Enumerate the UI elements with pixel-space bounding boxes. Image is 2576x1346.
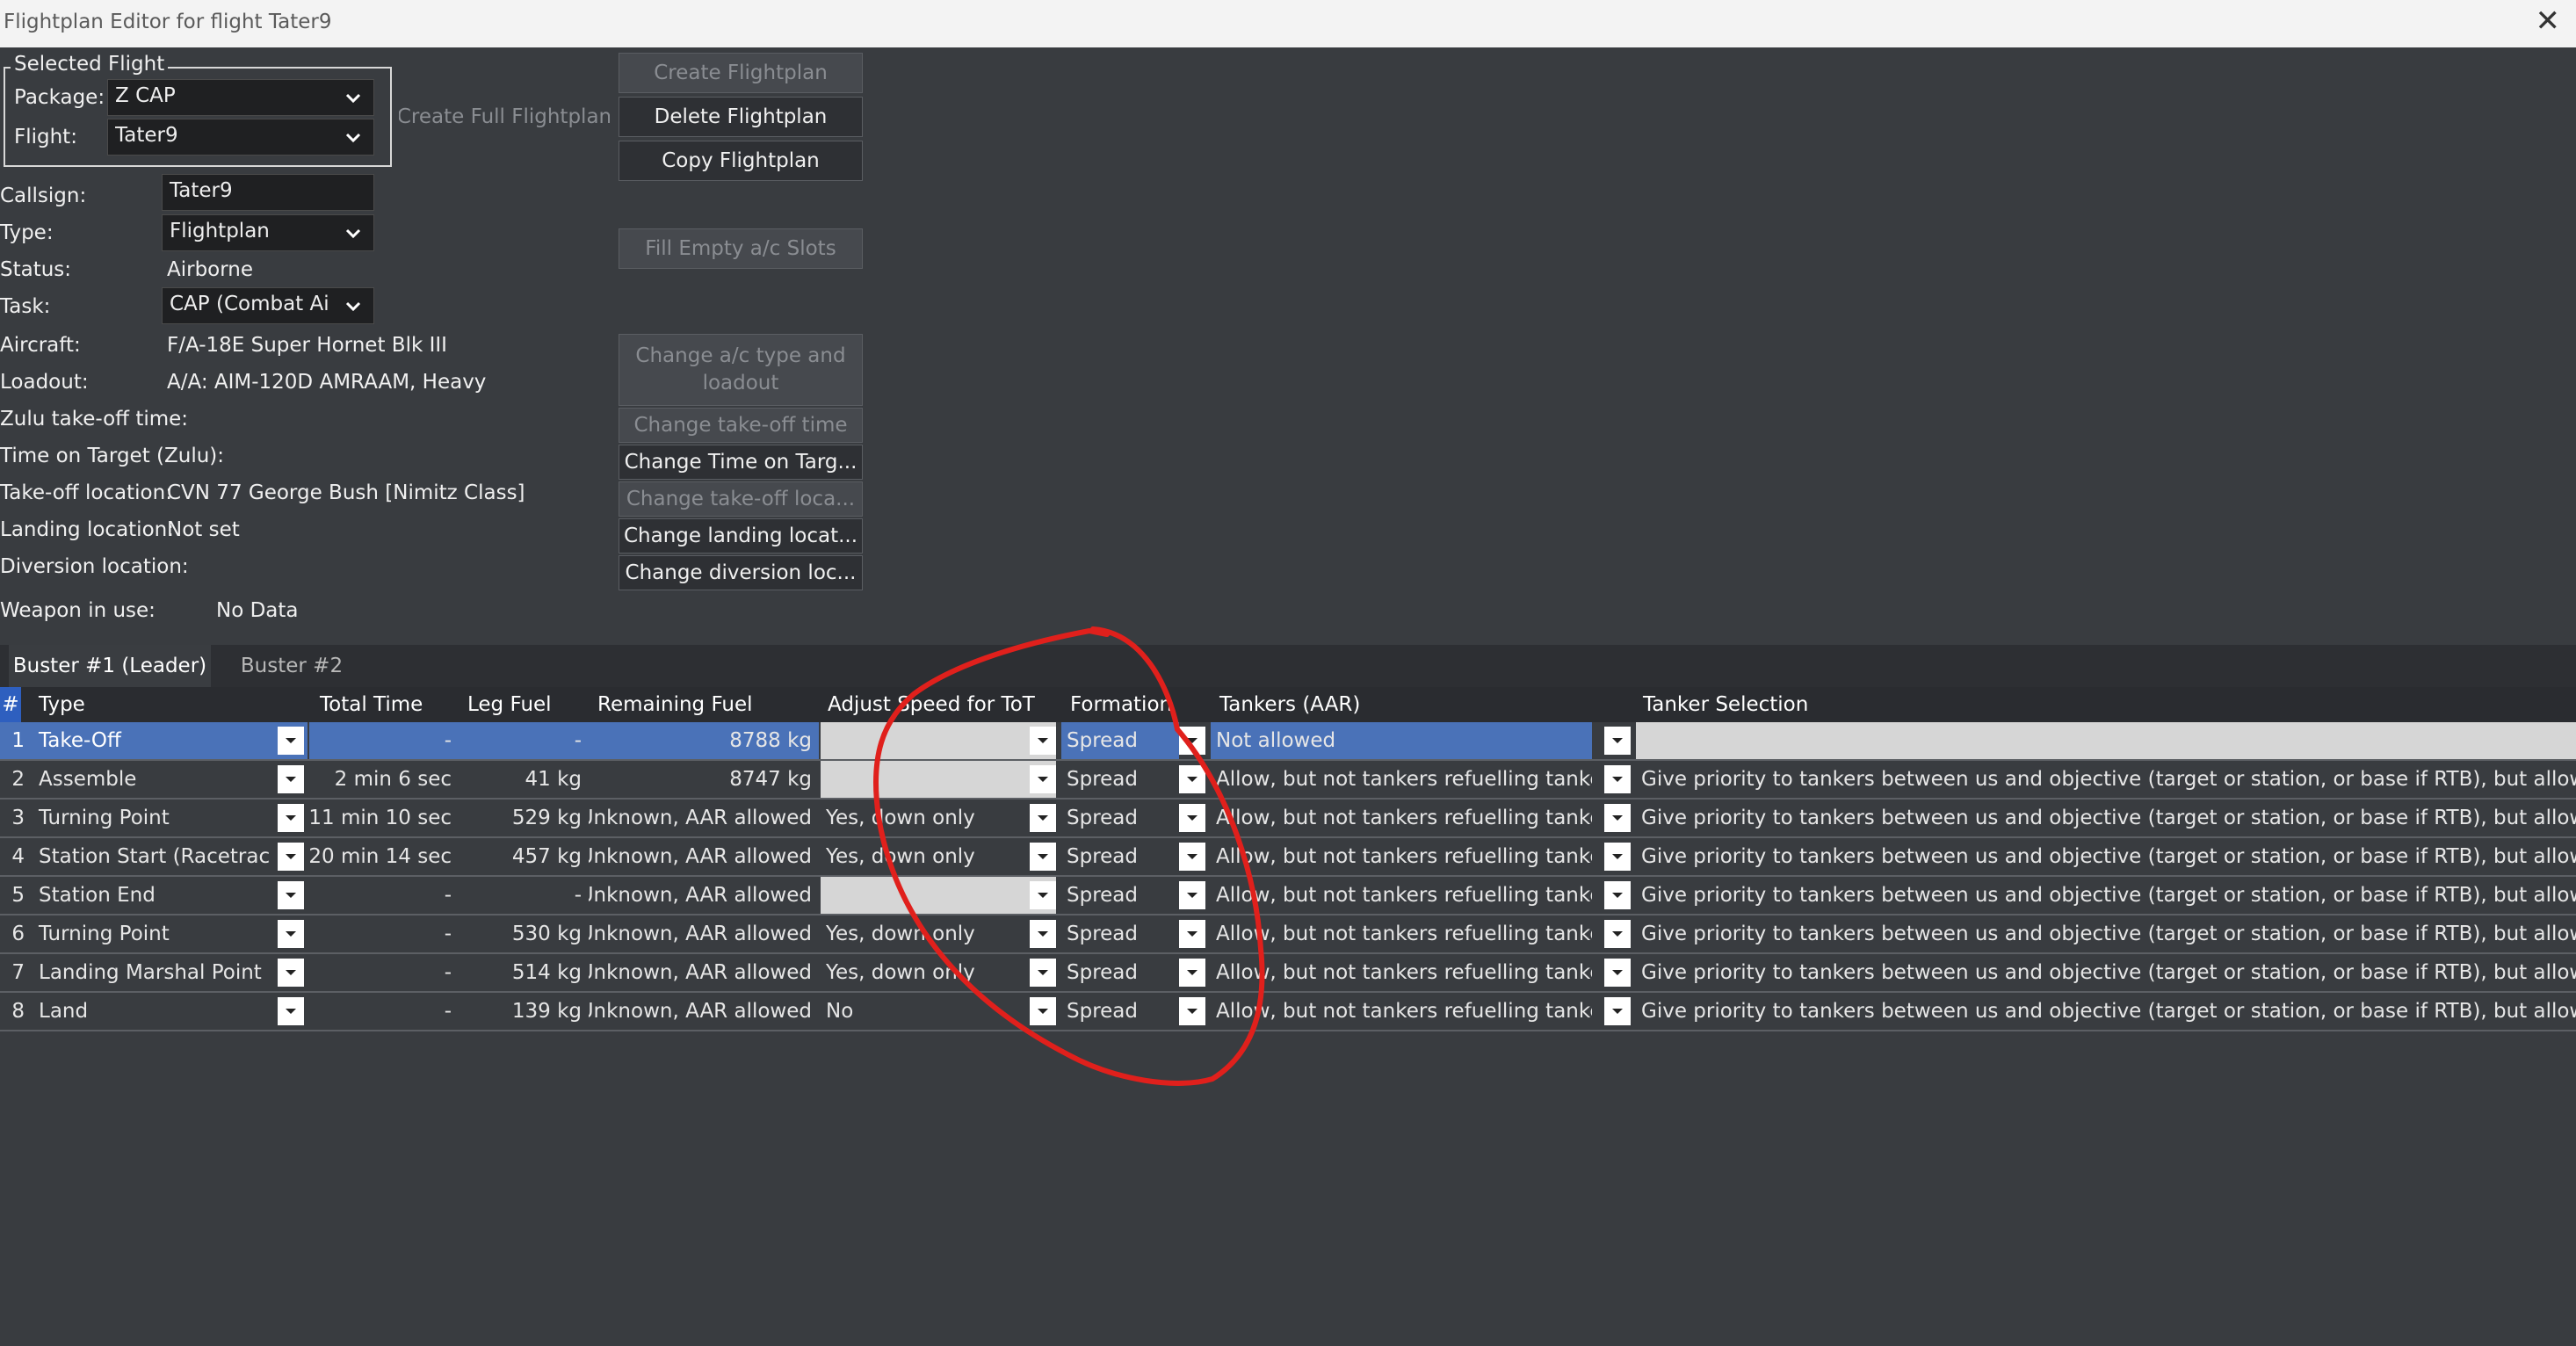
- annotation-circle: [873, 626, 1265, 1086]
- annotation-stroke: [873, 626, 1265, 1086]
